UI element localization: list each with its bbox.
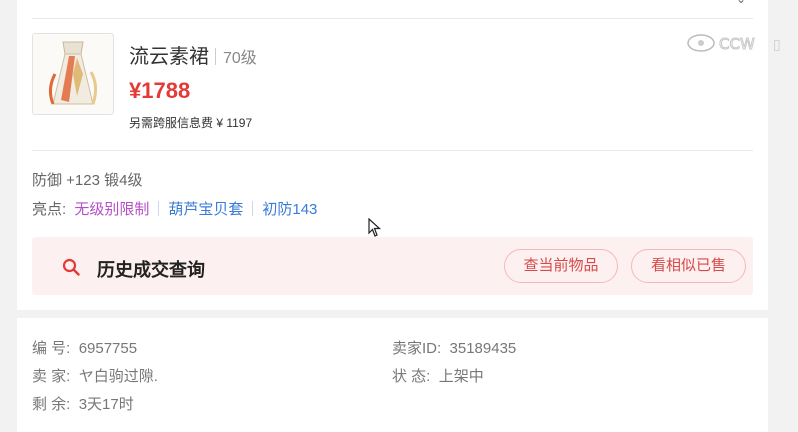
watermark-logo: CCW ▯ <box>687 34 781 54</box>
item-image[interactable] <box>32 33 114 115</box>
remaining-time: 剩 余: 3天17时 <box>32 393 134 414</box>
check-current-item-button[interactable]: 查当前物品 <box>504 249 618 283</box>
cross-server-fee: 另需跨服信息费 ¥ 1197 <box>129 116 253 130</box>
seller-id-label: 卖家ID: <box>392 340 442 357</box>
item-price: ¥1788 <box>129 78 191 103</box>
item-name: 流云素裙 <box>129 46 209 68</box>
listing-number: 编 号: 6957755 <box>32 337 137 358</box>
divider <box>158 201 160 216</box>
view-similar-sold-button[interactable]: 看相似已售 <box>631 249 746 283</box>
history-trade-panel: 历史成交查询 查当前物品 看相似已售 <box>32 237 753 295</box>
seller-value: ヤ白驹过隙. <box>78 368 158 385</box>
highlight-tag[interactable]: 初防143 <box>262 201 317 218</box>
item-defense: 防御 +123 锻4级 <box>32 172 143 189</box>
seller-name: 卖 家: ヤ白驹过隙. <box>32 365 158 386</box>
listing-info-card: 编 号: 6957755 卖家ID: 35189435 卖 家: ヤ白驹过隙. … <box>17 318 768 432</box>
highlight-tag[interactable]: 无级别限制 <box>74 201 149 218</box>
mouse-cursor-icon <box>368 218 382 237</box>
seller-id-value: 35189435 <box>449 340 517 357</box>
remaining-value: 3天17时 <box>78 396 134 413</box>
highlight-tag[interactable]: 葫芦宝贝套 <box>168 201 243 218</box>
svg-text:CCW: CCW <box>719 35 755 53</box>
item-card: ⌄ 流云素裙 70级 ¥1788 另需跨服信息费 ¥ 1197 CCW ▯ 防御 … <box>17 0 781 310</box>
status-value: 上架中 <box>438 368 484 385</box>
item-level: 70级 <box>223 50 257 67</box>
highlights: 亮点: 无级别限制 葫芦宝贝套 初防143 <box>32 198 317 219</box>
number-value: 6957755 <box>78 340 138 357</box>
chevron-icon[interactable]: ⌄ <box>736 0 750 5</box>
seller-id: 卖家ID: 35189435 <box>392 337 516 358</box>
status-label: 状 态: <box>392 368 431 385</box>
svg-text:▯: ▯ <box>773 37 781 53</box>
highlights-label: 亮点: <box>32 201 67 218</box>
seller-label: 卖 家: <box>32 368 71 385</box>
number-label: 编 号: <box>32 340 71 357</box>
listing-status: 状 态: 上架中 <box>392 365 484 386</box>
divider <box>32 150 753 151</box>
divider <box>32 18 753 19</box>
divider <box>215 48 216 65</box>
divider <box>252 201 254 216</box>
search-icon <box>62 258 80 276</box>
remaining-label: 剩 余: <box>32 396 71 413</box>
history-title: 历史成交查询 <box>97 260 205 280</box>
item-title: 流云素裙 70级 <box>129 40 257 69</box>
